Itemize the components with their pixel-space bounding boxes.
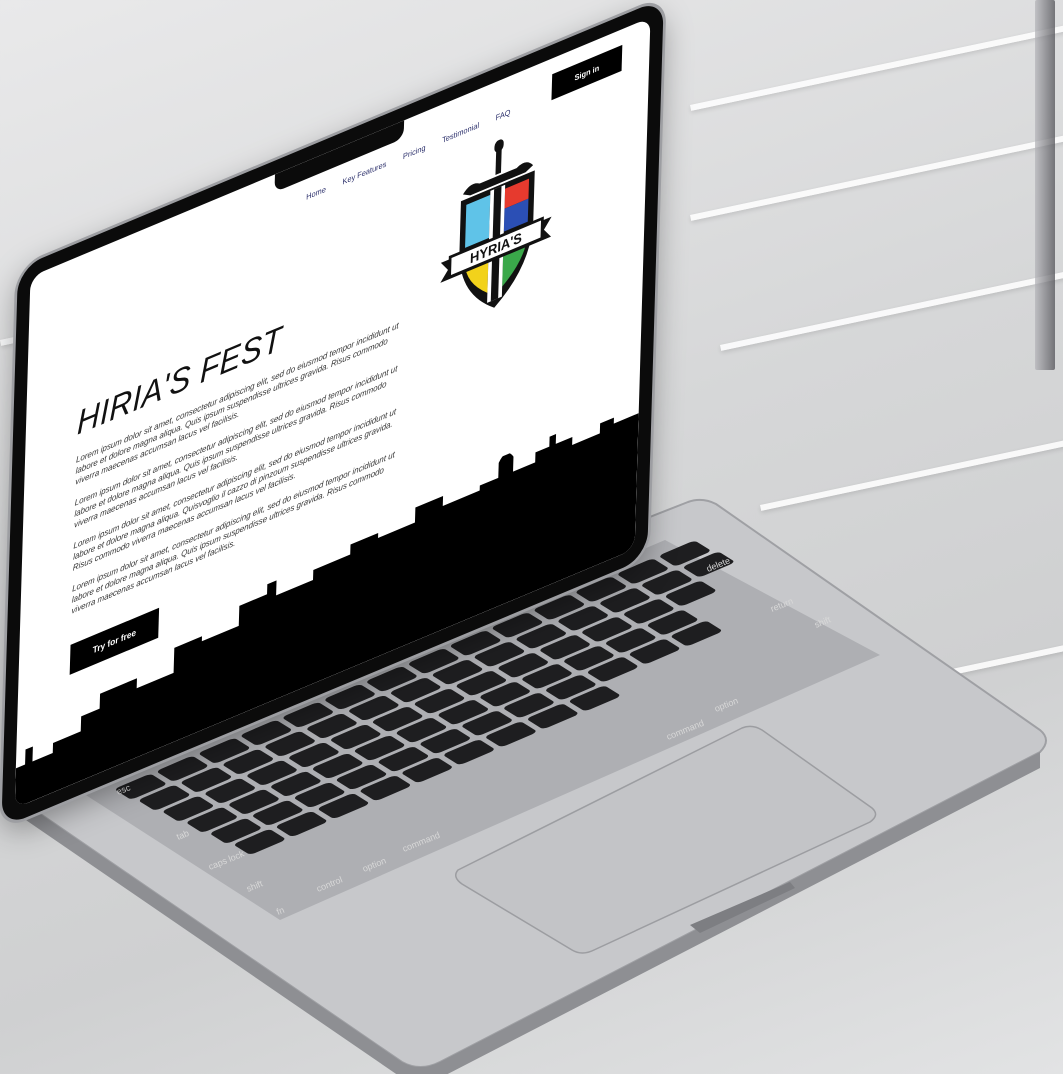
nav-link-key-features[interactable]: Key Features [342,159,386,186]
glass-panel [1035,0,1055,370]
background-shelf [690,17,1063,111]
background-shelf [760,438,1063,511]
background-shelf [690,127,1063,221]
nav-link-faq[interactable]: FAQ [496,107,511,122]
nav-link-home[interactable]: Home [306,185,326,202]
background-shelf [720,270,1063,351]
sign-in-button[interactable]: Sign in [551,44,623,101]
nav-link-pricing[interactable]: Pricing [403,143,426,161]
hyrias-logo: HYRIA'S [440,139,552,308]
nav-link-testimonial[interactable]: Testimonial [442,121,479,145]
